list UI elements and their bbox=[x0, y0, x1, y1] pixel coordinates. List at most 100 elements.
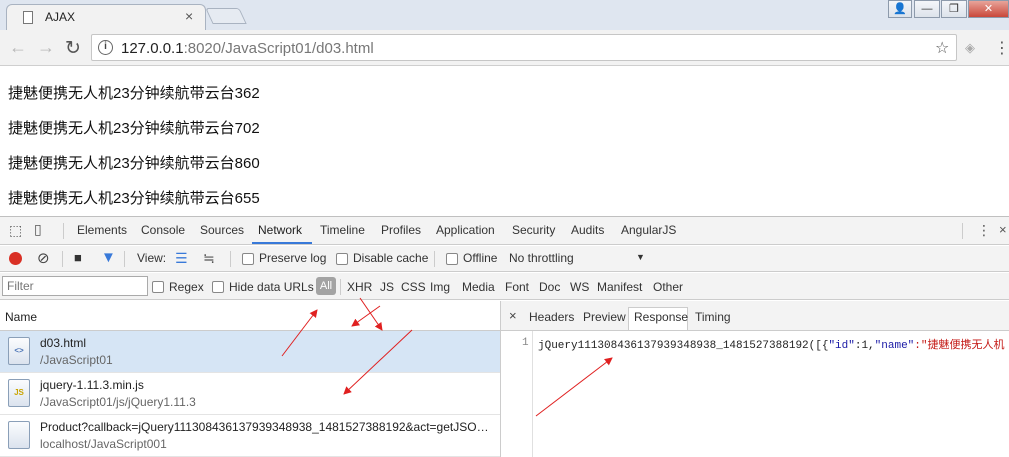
filter-type-other[interactable]: Other bbox=[653, 280, 683, 294]
page-content: 捷魅便携无人机23分钟续航带云台362 捷魅便携无人机23分钟续航带云台702 … bbox=[0, 67, 1009, 216]
minimize-button[interactable]: — bbox=[914, 0, 940, 18]
filter-type-media[interactable]: Media bbox=[462, 280, 495, 294]
filter-funnel-icon[interactable]: ▼ bbox=[101, 249, 116, 266]
code-value-name: :"捷魅便携无人机 bbox=[914, 340, 1005, 352]
tab-preview[interactable]: Preview bbox=[583, 310, 626, 324]
response-body[interactable]: 1 jQuery111308436137939348938_1481527388… bbox=[501, 331, 1009, 457]
disable-cache-label: Disable cache bbox=[353, 251, 429, 265]
separator bbox=[62, 251, 63, 267]
request-row[interactable]: JS jquery-1.11.3.min.js /JavaScript01/js… bbox=[0, 373, 500, 415]
disable-cache-checkbox[interactable] bbox=[336, 253, 348, 265]
tab-security[interactable]: Security bbox=[512, 223, 555, 237]
request-row[interactable]: Product?callback=jQuery11130843613793934… bbox=[0, 415, 500, 457]
network-controls: ⊘ ■ ▼ View: ☰ ≒ Preserve log Disable cac… bbox=[0, 246, 1009, 272]
request-list: <> d03.html /JavaScript01 JS jquery-1.11… bbox=[0, 331, 500, 457]
hide-data-urls-checkbox[interactable] bbox=[212, 281, 224, 293]
large-rows-icon[interactable]: ☰ bbox=[175, 250, 188, 267]
name-column-header[interactable]: Name bbox=[5, 310, 37, 324]
filter-type-doc[interactable]: Doc bbox=[539, 280, 560, 294]
separator bbox=[63, 223, 64, 239]
back-arrow-icon[interactable]: ← bbox=[9, 37, 27, 58]
offline-checkbox[interactable] bbox=[446, 253, 458, 265]
separator bbox=[124, 251, 125, 267]
tab-close-button[interactable]: × bbox=[185, 8, 193, 24]
tab-console[interactable]: Console bbox=[141, 223, 185, 237]
code-key-id: "id" bbox=[828, 340, 855, 352]
separator bbox=[230, 251, 231, 267]
tab-application[interactable]: Application bbox=[436, 223, 495, 237]
js-file-icon: JS bbox=[8, 379, 30, 407]
tab-response[interactable]: Response bbox=[634, 310, 688, 324]
filter-type-all[interactable]: All bbox=[316, 277, 336, 295]
tab-timeline[interactable]: Timeline bbox=[320, 223, 365, 237]
device-toolbar-icon[interactable]: ▯ bbox=[34, 221, 42, 238]
request-path: /JavaScript01/js/jQuery1.11.3 bbox=[40, 395, 196, 409]
request-path: /JavaScript01 bbox=[40, 353, 113, 367]
devtools-menu-icon[interactable]: ⋮ bbox=[977, 222, 991, 239]
offline-label: Offline bbox=[463, 251, 498, 265]
user-icon[interactable]: 👤 bbox=[888, 0, 912, 18]
throttling-select[interactable]: No throttling bbox=[509, 251, 574, 265]
devtools-panel: ⬚ ▯ Elements Console Sources Network Tim… bbox=[0, 216, 1009, 457]
tab-elements[interactable]: Elements bbox=[77, 223, 127, 237]
chevron-down-icon[interactable]: ▼ bbox=[636, 252, 645, 262]
address-bar[interactable]: i 127.0.0.1:8020/JavaScript01/d03.html ☆ bbox=[91, 34, 957, 61]
request-detail-tabs: × Headers Preview Response Timing bbox=[501, 301, 1009, 331]
product-line: 捷魅便携无人机23分钟续航带云台362 bbox=[8, 85, 260, 102]
close-icon[interactable]: × bbox=[509, 308, 517, 323]
devtools-close-icon[interactable]: × bbox=[999, 222, 1007, 237]
filter-type-ws[interactable]: WS bbox=[570, 280, 589, 294]
inspect-icon[interactable]: ⬚ bbox=[9, 222, 22, 239]
request-list-header: Name bbox=[0, 301, 500, 331]
filter-type-css[interactable]: CSS bbox=[401, 280, 426, 294]
camera-icon[interactable]: ■ bbox=[74, 250, 82, 265]
request-name: Product?callback=jQuery11130843613793934… bbox=[40, 420, 492, 434]
overview-icon[interactable]: ≒ bbox=[203, 250, 215, 267]
info-icon[interactable]: i bbox=[98, 40, 113, 55]
new-tab-button[interactable] bbox=[205, 8, 247, 24]
filter-type-manifest[interactable]: Manifest bbox=[597, 280, 642, 294]
clear-icon[interactable]: ⊘ bbox=[37, 249, 50, 267]
url-path: :8020/JavaScript01/d03.html bbox=[183, 40, 374, 57]
separator bbox=[434, 251, 435, 267]
response-code-line: jQuery111308436137939348938_148152738819… bbox=[538, 336, 1008, 352]
filter-type-img[interactable]: Img bbox=[430, 280, 450, 294]
product-line: 捷魅便携无人机23分钟续航带云台860 bbox=[8, 155, 260, 172]
active-tab-indicator bbox=[252, 242, 312, 244]
bookmark-star-icon[interactable]: ☆ bbox=[935, 38, 949, 58]
filter-input[interactable] bbox=[2, 276, 148, 296]
tab-angularjs[interactable]: AngularJS bbox=[621, 223, 676, 237]
browser-tab[interactable]: AJAX × bbox=[6, 4, 206, 30]
maximize-button[interactable]: ❐ bbox=[941, 0, 967, 18]
request-path: localhost/JavaScript001 bbox=[40, 437, 167, 451]
preserve-log-checkbox[interactable] bbox=[242, 253, 254, 265]
forward-arrow-icon[interactable]: → bbox=[37, 37, 55, 58]
network-filter-bar: Regex Hide data URLs All XHR JS CSS Img … bbox=[0, 273, 1009, 300]
tab-headers[interactable]: Headers bbox=[529, 310, 574, 324]
filter-type-js[interactable]: JS bbox=[380, 280, 394, 294]
request-row[interactable]: <> d03.html /JavaScript01 bbox=[0, 331, 500, 373]
browser-toolbar: ← → ↻ i 127.0.0.1:8020/JavaScript01/d03.… bbox=[0, 30, 1009, 66]
line-number: 1 bbox=[522, 337, 529, 349]
regex-checkbox[interactable] bbox=[152, 281, 164, 293]
url-host: 127.0.0.1 bbox=[121, 40, 184, 57]
line-gutter: 1 bbox=[501, 331, 533, 457]
filter-type-font[interactable]: Font bbox=[505, 280, 529, 294]
document-icon bbox=[23, 11, 33, 24]
url-text[interactable]: 127.0.0.1:8020/JavaScript01/d03.html bbox=[121, 40, 374, 57]
product-line: 捷魅便携无人机23分钟续航带云台702 bbox=[8, 120, 260, 137]
tab-profiles[interactable]: Profiles bbox=[381, 223, 421, 237]
request-name: jquery-1.11.3.min.js bbox=[40, 378, 144, 392]
record-icon[interactable] bbox=[9, 252, 22, 265]
tab-sources[interactable]: Sources bbox=[200, 223, 244, 237]
menu-icon[interactable]: ⋮ bbox=[994, 38, 1009, 58]
tab-audits[interactable]: Audits bbox=[571, 223, 604, 237]
tab-timing[interactable]: Timing bbox=[695, 310, 731, 324]
separator bbox=[962, 223, 963, 239]
extension-icon[interactable]: ◈ bbox=[965, 40, 975, 56]
filter-type-xhr[interactable]: XHR bbox=[347, 280, 372, 294]
close-window-button[interactable]: ✕ bbox=[968, 0, 1009, 18]
reload-icon[interactable]: ↻ bbox=[65, 37, 81, 60]
tab-title: AJAX bbox=[45, 10, 76, 24]
tab-network[interactable]: Network bbox=[258, 223, 302, 237]
